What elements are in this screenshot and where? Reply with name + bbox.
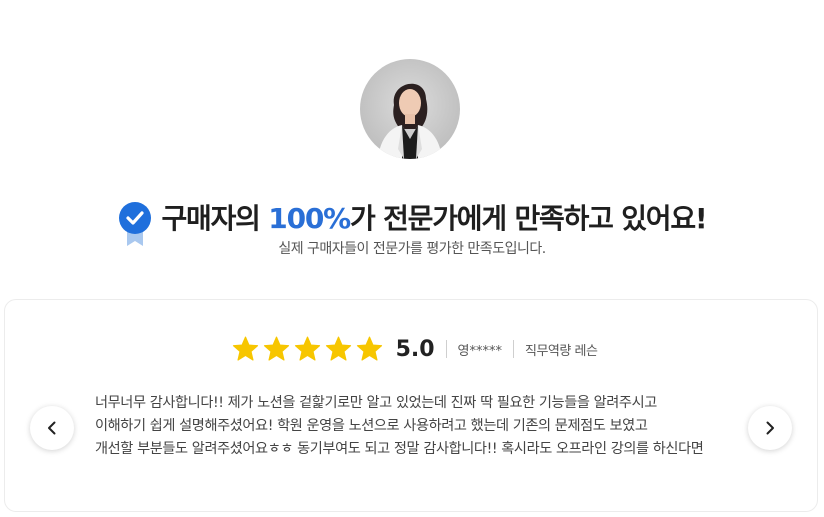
page-subtitle: 실제 구매자들이 전문가를 평가한 만족도입니다. [278,241,546,257]
headline-suffix: 가 전문가에게 만족하고 있어요! [350,202,708,235]
satisfaction-section: 구매자의 100%가 전문가에게 만족하고 있어요! 실제 구매자들이 전문가를… [0,0,824,517]
divider [513,340,515,358]
rating-score: 5.0 [395,336,435,362]
star-rating [231,335,384,363]
review-line: 너무너무 감사합니다!! 제가 노션을 겉핥기로만 알고 있었는데 진짜 딱 필… [95,395,657,411]
chevron-right-icon [766,421,774,435]
previous-review-button[interactable] [30,406,74,450]
chevron-left-icon [48,421,56,435]
review-text: 너무너무 감사합니다!! 제가 노션을 겉핥기로만 알고 있었는데 진짜 딱 필… [95,392,735,461]
headline-percentage: 100% [268,202,351,235]
star-icon [294,336,320,361]
page-title: 구매자의 100%가 전문가에게 만족하고 있어요! [161,197,708,237]
reviewer-name: 영***** [457,343,503,359]
review-line: 이해하기 쉽게 설명해주셨어요! 학원 운영을 노션으로 사용하려고 했는데 기… [95,418,648,434]
headline-prefix: 구매자의 [161,202,269,235]
star-icon [356,336,382,361]
star-icon [325,336,351,361]
review-rating-row: 5.0 영***** 직무역량 레슨 [0,333,824,365]
service-category: 직무역량 레슨 [525,343,598,359]
divider [445,340,447,358]
star-icon [263,336,289,361]
next-review-button[interactable] [748,406,792,450]
review-line: 개선할 부분들도 알려주셨어요ㅎㅎ 동기부여도 되고 정말 감사합니다!! 혹시… [95,441,704,457]
star-icon [232,336,258,361]
expert-avatar [360,59,460,159]
